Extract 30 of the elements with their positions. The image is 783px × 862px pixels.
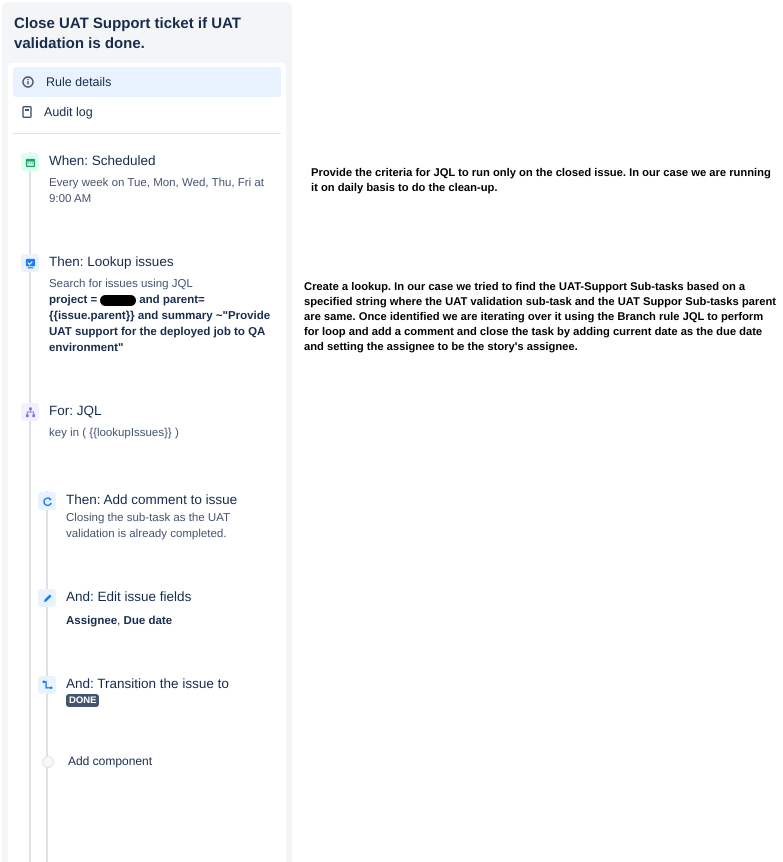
- annotation-text: Provide the criteria for JQL to run only on the closed issue. In our case we are running it on daily basis to do the clean-up.: [311, 166, 772, 196]
- step-title[interactable]: And: Edit issue fields: [66, 588, 265, 605]
- refresh-icon: [42, 496, 52, 506]
- status-lozenge: DONE: [66, 694, 100, 707]
- annotation-text: Create a lookup. In our case we tried to find the UAT-Support Sub-tasks based on a specified string where the UAT validation sub-task and the UAT Suppor Sub-tasks parent are same. Once identified we are iterating over it using the Branch rule JQL to perform for loop and add a comment and close the task by adding current date as the due date and setting the assignee to be the story's assignee.: [304, 280, 777, 355]
- step-detail: Assignee, Due date: [66, 614, 174, 629]
- nav-item[interactable]: Audit log: [13, 97, 281, 127]
- step-detail: key in ( {{lookupIssues}} ): [49, 426, 180, 441]
- step-title[interactable]: Then: Lookup issues: [49, 253, 273, 270]
- step-title[interactable]: For: JQL: [49, 402, 273, 419]
- query-text: {{issue.parent}} and summary ~"Provide UAT support for the deployed job to QA environment": [49, 309, 272, 356]
- step-detail: Closing the sub-task as the UAT validation is already completed.: [66, 511, 231, 542]
- step-title[interactable]: When: Scheduled: [49, 152, 273, 169]
- query-text: project =: [49, 293, 98, 308]
- transition-icon: [42, 680, 52, 690]
- add-component-link[interactable]: Add component: [68, 753, 265, 770]
- step-title[interactable]: Then: Add comment to issue: [66, 491, 265, 508]
- rule-title: Close UAT Support ticket if UAT validation is done.: [13, 14, 242, 54]
- hierarchy-icon: [24, 406, 36, 418]
- info-icon: [22, 76, 34, 88]
- step-detail: Every week on Tue, Mon, Wed, Thu, Fri at 9:00 AM: [49, 176, 265, 207]
- redaction-mark: [100, 294, 136, 306]
- calendar-icon: [24, 156, 36, 168]
- step-detail: Search for issues using JQL: [49, 277, 194, 292]
- monitor-icon: [24, 258, 36, 268]
- query-text: and parent=: [139, 293, 205, 308]
- nav-item[interactable]: Rule details: [13, 67, 281, 97]
- step-title[interactable]: And: Transition the issue to: [66, 675, 265, 692]
- pencil-icon: [42, 592, 52, 604]
- document-icon: [22, 106, 32, 118]
